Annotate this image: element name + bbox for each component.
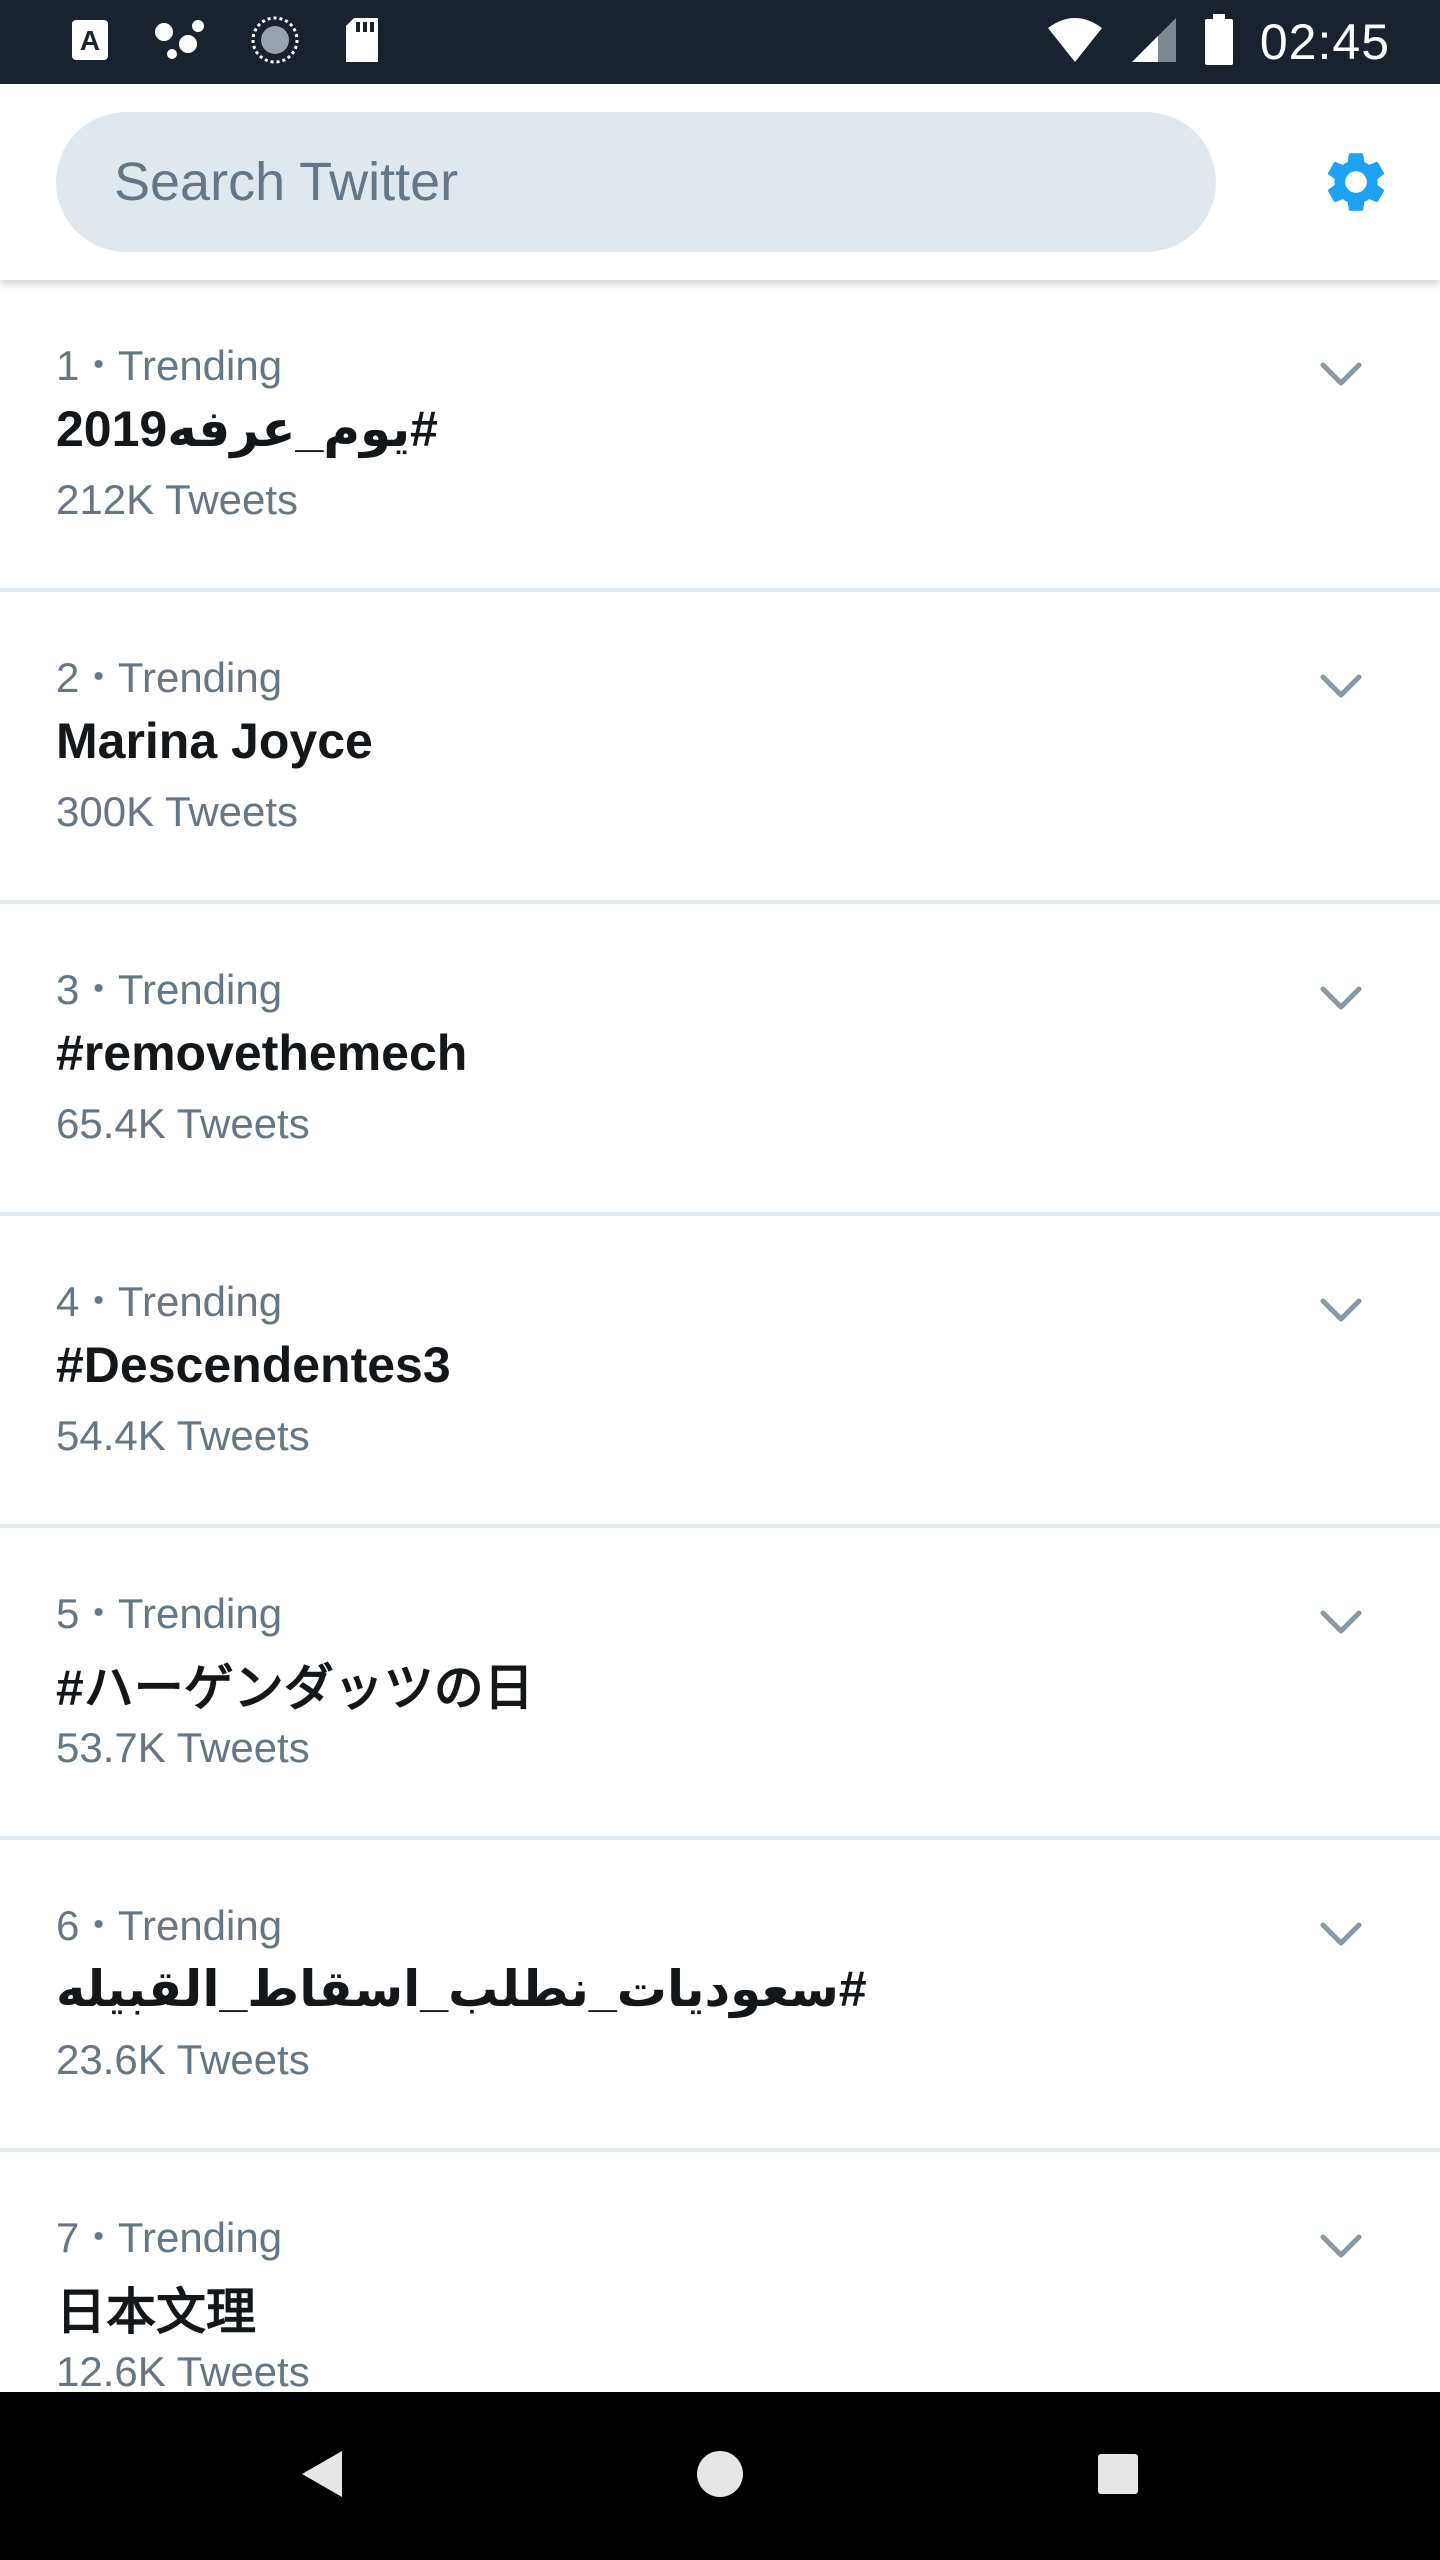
trend-label: Trending xyxy=(117,1278,283,1325)
trend-name: Marina Joyce xyxy=(56,713,373,769)
chevron-down-icon xyxy=(1319,2233,1363,2266)
chevron-down-icon xyxy=(1319,1921,1363,1954)
trend-name: #ハーゲンダッツの日 xyxy=(56,1660,534,1716)
trend-meta: 7 • Trending xyxy=(56,2214,282,2262)
trend-rank: 7 xyxy=(56,2214,80,2261)
trend-rank: 3 xyxy=(56,966,80,1013)
trend-item[interactable]: 1 • Trending #يوم_عرفه2019 212K Tweets xyxy=(0,280,1440,592)
trend-rank: 2 xyxy=(56,654,80,701)
chevron-down-icon xyxy=(1319,361,1363,394)
trend-name: #سعوديات_نطلب_اسقاط_القبيله xyxy=(56,1961,867,2017)
back-icon xyxy=(300,2449,344,2504)
home-icon xyxy=(695,2449,745,2504)
trend-label: Trending xyxy=(117,342,283,389)
trends-list: 1 • Trending #يوم_عرفه2019 212K Tweets 2 • T… xyxy=(0,280,1440,2464)
cell-signal-icon xyxy=(1130,16,1178,69)
trend-rank: 1 xyxy=(56,342,80,389)
chevron-down-icon xyxy=(1319,673,1363,706)
trend-name: 日本文理 xyxy=(56,2284,256,2340)
trend-rank: 5 xyxy=(56,1590,80,1637)
trend-count: 65.4K Tweets xyxy=(56,1100,310,1147)
trend-name: #يوم_عرفه2019 xyxy=(56,401,438,457)
trend-count: 300K Tweets xyxy=(56,788,299,835)
keyboard-a-icon: A xyxy=(70,18,110,67)
recents-icon xyxy=(1096,2452,1140,2501)
trend-item[interactable]: 5 • Trending #ハーゲンダッツの日 53.7K Tweets xyxy=(0,1528,1440,1840)
trend-meta: 4 • Trending xyxy=(56,1278,282,1326)
trend-label: Trending xyxy=(117,654,283,701)
trend-item[interactable]: 3 • Trending #removethemech 65.4K Tweets xyxy=(0,904,1440,1216)
trend-rank: 6 xyxy=(56,1902,80,1949)
trend-menu-button[interactable] xyxy=(1314,1598,1368,1652)
trend-count: 23.6K Tweets xyxy=(56,2036,310,2083)
trend-menu-button[interactable] xyxy=(1314,1286,1368,1340)
status-time: 02:45 xyxy=(1259,14,1390,70)
trend-item[interactable]: 4 • Trending #Descendentes3 54.4K Tweets xyxy=(0,1216,1440,1528)
trend-menu-button[interactable] xyxy=(1314,350,1368,404)
trend-count: 54.4K Tweets xyxy=(56,1412,310,1459)
back-button[interactable] xyxy=(272,2426,372,2526)
trend-menu-button[interactable] xyxy=(1314,1910,1368,1964)
trend-item[interactable]: 6 • Trending #سعوديات_نطلب_اسقاط_القبيله 2… xyxy=(0,1840,1440,2152)
trend-label: Trending xyxy=(117,2214,283,2261)
trend-label: Trending xyxy=(117,1590,283,1637)
dots-icon xyxy=(152,18,208,67)
gear-icon xyxy=(1320,146,1392,223)
trend-count: 212K Tweets xyxy=(56,476,299,523)
home-button[interactable] xyxy=(670,2426,770,2526)
header xyxy=(0,84,1440,280)
sd-card-icon xyxy=(342,16,382,69)
status-left-icons: A xyxy=(70,0,382,84)
trend-meta: 5 • Trending xyxy=(56,1590,282,1638)
trend-meta: 2 • Trending xyxy=(56,654,282,702)
trend-name: #Descendentes3 xyxy=(56,1337,451,1393)
chevron-down-icon xyxy=(1319,985,1363,1018)
separator-dot: • xyxy=(93,659,104,693)
chevron-down-icon xyxy=(1319,1297,1363,1330)
sync-circle-icon xyxy=(250,15,300,70)
separator-dot: • xyxy=(93,1595,104,1629)
trend-rank: 4 xyxy=(56,1278,80,1325)
trend-meta: 6 • Trending xyxy=(56,1902,282,1950)
navigation-bar xyxy=(0,2392,1440,2560)
trend-count: 53.7K Tweets xyxy=(56,1724,310,1771)
trend-menu-button[interactable] xyxy=(1314,2222,1368,2276)
trend-label: Trending xyxy=(117,1902,283,1949)
svg-text:A: A xyxy=(80,25,100,56)
separator-dot: • xyxy=(93,1283,104,1317)
search-input[interactable] xyxy=(112,150,1176,214)
wifi-icon xyxy=(1046,16,1104,69)
trend-count: 12.6K Tweets xyxy=(56,2348,310,2395)
separator-dot: • xyxy=(93,2219,104,2253)
battery-icon xyxy=(1204,13,1234,71)
trend-name: #removethemech xyxy=(56,1025,468,1081)
search-box[interactable] xyxy=(56,112,1216,252)
trend-meta: 1 • Trending xyxy=(56,342,282,390)
separator-dot: • xyxy=(93,971,104,1005)
recents-button[interactable] xyxy=(1068,2426,1168,2526)
separator-dot: • xyxy=(93,1907,104,1941)
chevron-down-icon xyxy=(1319,1609,1363,1642)
trend-menu-button[interactable] xyxy=(1314,974,1368,1028)
trend-item[interactable]: 2 • Trending Marina Joyce 300K Tweets xyxy=(0,592,1440,904)
status-bar: A 02:45 xyxy=(0,0,1440,84)
status-right-icons: 02:45 xyxy=(1046,0,1390,84)
screen: A 02:45 Search Twitter 1 • Trending #يوم… xyxy=(0,0,1440,2560)
trend-label: Trending xyxy=(117,966,283,1013)
separator-dot: • xyxy=(93,347,104,381)
settings-button[interactable] xyxy=(1316,144,1396,224)
trend-meta: 3 • Trending xyxy=(56,966,282,1014)
trend-menu-button[interactable] xyxy=(1314,662,1368,716)
